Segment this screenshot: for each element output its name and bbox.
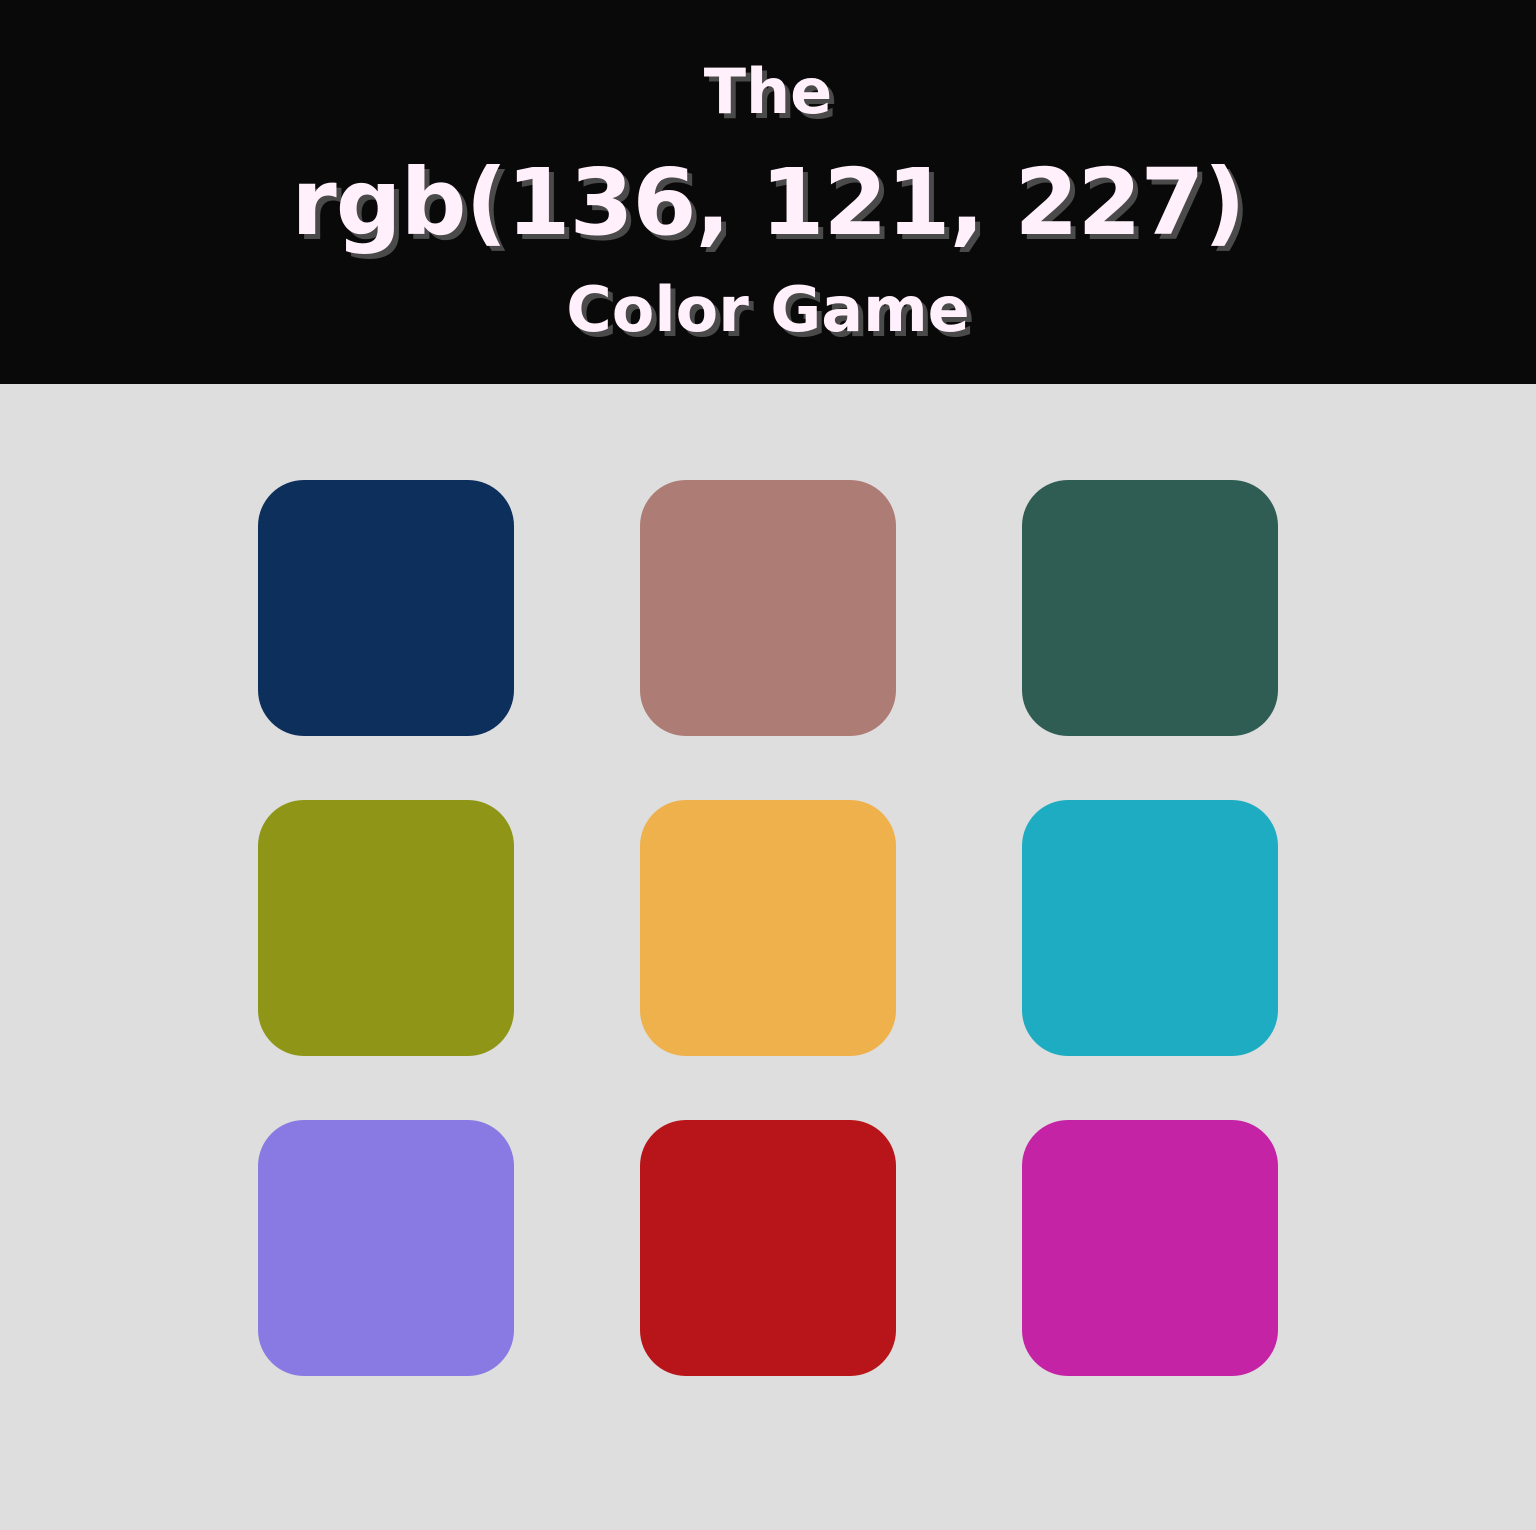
color-square-4[interactable]	[258, 800, 514, 1056]
color-square-2[interactable]	[640, 480, 896, 736]
color-square-3[interactable]	[1022, 480, 1278, 736]
color-square-5[interactable]	[640, 800, 896, 1056]
game-header: The rgb(136, 121, 227) Color Game	[0, 0, 1536, 384]
color-square-8[interactable]	[640, 1120, 896, 1376]
title-suffix: Color Game	[566, 273, 970, 346]
color-square-6[interactable]	[1022, 800, 1278, 1056]
target-color-display: rgb(136, 121, 227)	[291, 149, 1245, 256]
color-square-9[interactable]	[1022, 1120, 1278, 1376]
color-square-grid	[258, 480, 1278, 1376]
color-square-1[interactable]	[258, 480, 514, 736]
color-square-7[interactable]	[258, 1120, 514, 1376]
title-prefix: The	[703, 55, 833, 128]
